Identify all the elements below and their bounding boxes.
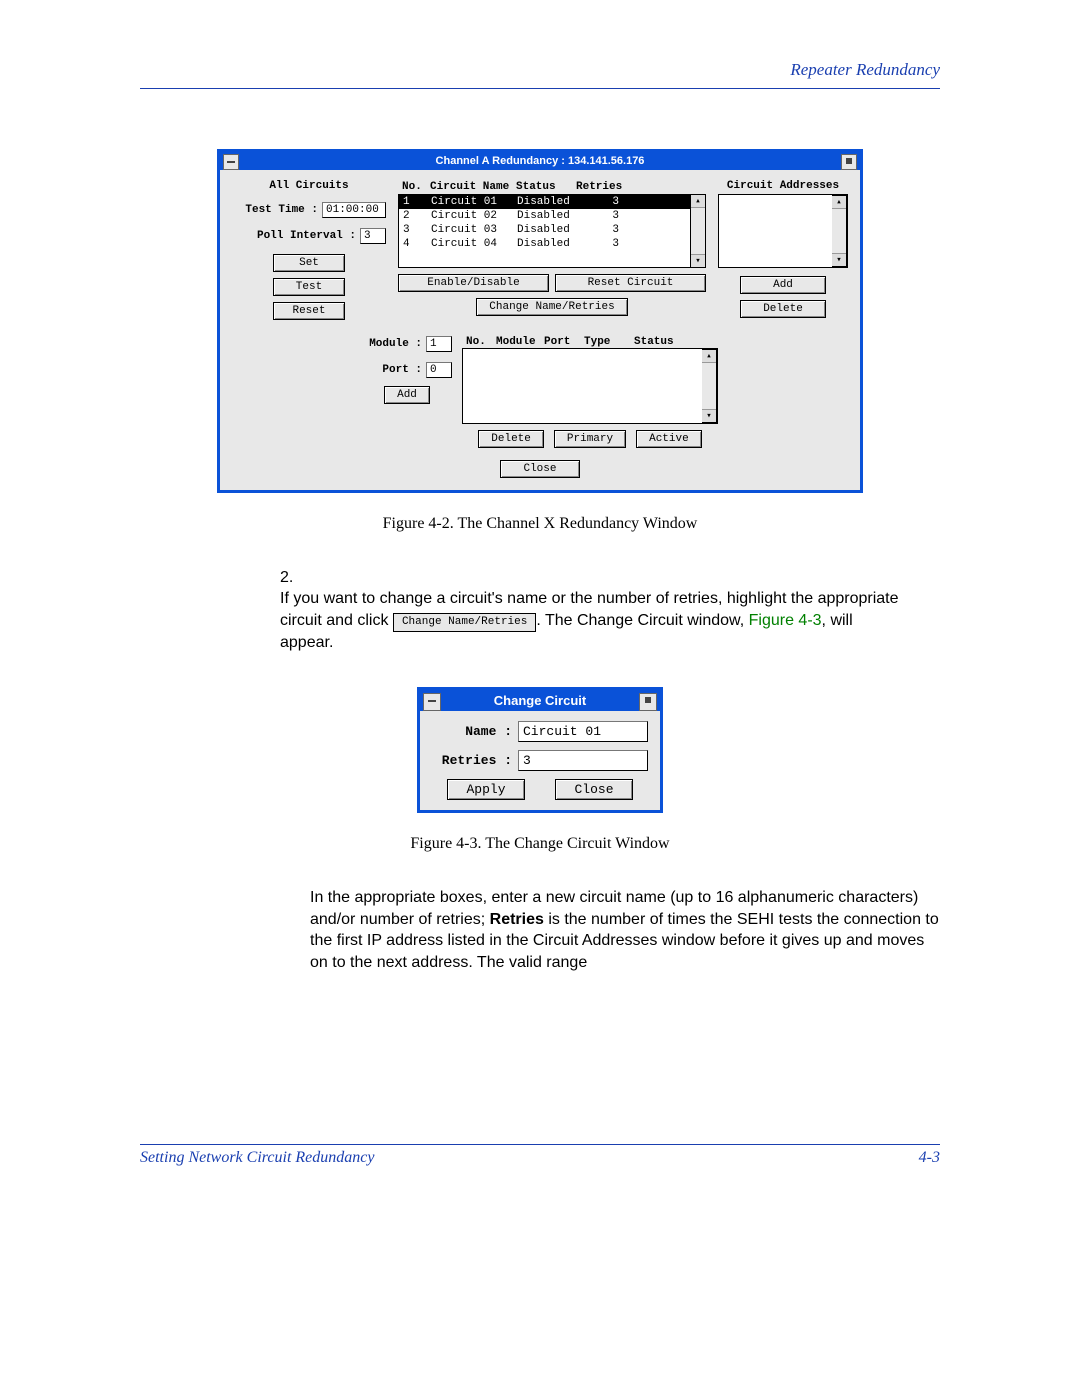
figure-caption: Figure 4-3. The Change Circuit Window: [140, 835, 940, 853]
step-number: 2.: [280, 567, 310, 589]
maximize-icon[interactable]: [639, 693, 657, 711]
primary-button[interactable]: Primary: [554, 430, 626, 448]
enable-disable-button[interactable]: Enable/Disable: [398, 274, 549, 292]
figure-reference[interactable]: Figure 4-3: [749, 612, 822, 629]
circuit-list[interactable]: 1 Circuit 01 Disabled 3 2 Circuit 02 Dis…: [398, 194, 691, 268]
col-name: Circuit Name: [430, 181, 516, 193]
window-titlebar: Change Circuit: [420, 690, 660, 711]
sysmenu-icon[interactable]: [223, 154, 239, 170]
retries-label: Retries :: [432, 753, 512, 768]
inline-change-button: Change Name/Retries: [393, 613, 536, 632]
reset-button[interactable]: Reset: [273, 302, 345, 320]
scroll-down-icon[interactable]: ▾: [691, 254, 705, 267]
col-status: Status: [516, 181, 576, 193]
page-header: Repeater Redundancy: [140, 60, 940, 80]
set-button[interactable]: Set: [273, 254, 345, 272]
list-item[interactable]: 4 Circuit 04 Disabled 3: [399, 237, 690, 251]
add-address-button[interactable]: Add: [740, 276, 826, 294]
maximize-icon[interactable]: [841, 154, 857, 170]
scroll-down-icon[interactable]: ▾: [702, 409, 716, 422]
body-paragraph: In the appropriate boxes, enter a new ci…: [310, 887, 940, 973]
module-label: Module :: [362, 338, 422, 350]
apply-button[interactable]: Apply: [447, 779, 524, 800]
test-button[interactable]: Test: [273, 278, 345, 296]
scroll-up-icon[interactable]: ▴: [832, 196, 846, 209]
scroll-up-icon[interactable]: ▴: [691, 195, 705, 208]
redundancy-window: Channel A Redundancy : 134.141.56.176 Al…: [217, 149, 863, 493]
name-input[interactable]: Circuit 01: [518, 721, 648, 742]
sysmenu-icon[interactable]: [423, 693, 441, 711]
poll-interval-label: Poll Interval :: [232, 230, 356, 242]
change-name-retries-button[interactable]: Change Name/Retries: [476, 298, 627, 316]
window-titlebar: Channel A Redundancy : 134.141.56.176: [220, 152, 860, 170]
port-label: Port :: [362, 364, 422, 376]
list-item[interactable]: 2 Circuit 02 Disabled 3: [399, 209, 690, 223]
scroll-down-icon[interactable]: ▾: [832, 253, 846, 266]
col-no: No.: [402, 181, 430, 193]
footer-page-number: 4-3: [919, 1149, 940, 1167]
retries-input[interactable]: 3: [518, 750, 648, 771]
footer-left: Setting Network Circuit Redundancy: [140, 1149, 374, 1167]
window-title: Change Circuit: [494, 693, 586, 708]
change-circuit-window: Change Circuit Name : Circuit 01 Retries…: [417, 687, 663, 813]
header-rule: [140, 88, 940, 89]
poll-interval-input[interactable]: 3: [360, 228, 386, 244]
delete-port-button[interactable]: Delete: [478, 430, 544, 448]
test-time-label: Test Time :: [232, 204, 318, 216]
circuit-list-header: No. Circuit Name Status Retries: [398, 180, 706, 194]
figure-caption: Figure 4-2. The Channel X Redundancy Win…: [140, 515, 940, 533]
port-list-header: No. Module Port Type Status: [462, 336, 718, 348]
close-button[interactable]: Close: [555, 779, 632, 800]
add-port-button[interactable]: Add: [384, 386, 430, 404]
port-input[interactable]: 0: [426, 362, 452, 378]
scroll-up-icon[interactable]: ▴: [702, 350, 716, 363]
step-text: If you want to change a circuit's name o…: [280, 588, 906, 653]
list-item[interactable]: 3 Circuit 03 Disabled 3: [399, 223, 690, 237]
test-time-input[interactable]: 01:00:00: [322, 202, 386, 218]
delete-address-button[interactable]: Delete: [740, 300, 826, 318]
name-label: Name :: [432, 724, 512, 739]
circuit-addresses-header: Circuit Addresses: [718, 180, 848, 192]
all-circuits-label: All Circuits: [232, 180, 386, 192]
scrollbar[interactable]: ▴ ▾: [702, 349, 717, 423]
window-title: Channel A Redundancy : 134.141.56.176: [436, 155, 645, 167]
module-input[interactable]: 1: [426, 336, 452, 352]
circuit-addresses-list[interactable]: ▴ ▾: [718, 194, 848, 268]
scrollbar[interactable]: ▴ ▾: [832, 195, 847, 267]
close-button[interactable]: Close: [500, 460, 579, 478]
scrollbar[interactable]: ▴ ▾: [691, 194, 706, 268]
list-item[interactable]: 1 Circuit 01 Disabled 3: [399, 195, 690, 209]
port-list[interactable]: ▴ ▾: [462, 348, 718, 424]
reset-circuit-button[interactable]: Reset Circuit: [555, 274, 706, 292]
col-retries: Retries: [576, 181, 624, 193]
active-button[interactable]: Active: [636, 430, 702, 448]
